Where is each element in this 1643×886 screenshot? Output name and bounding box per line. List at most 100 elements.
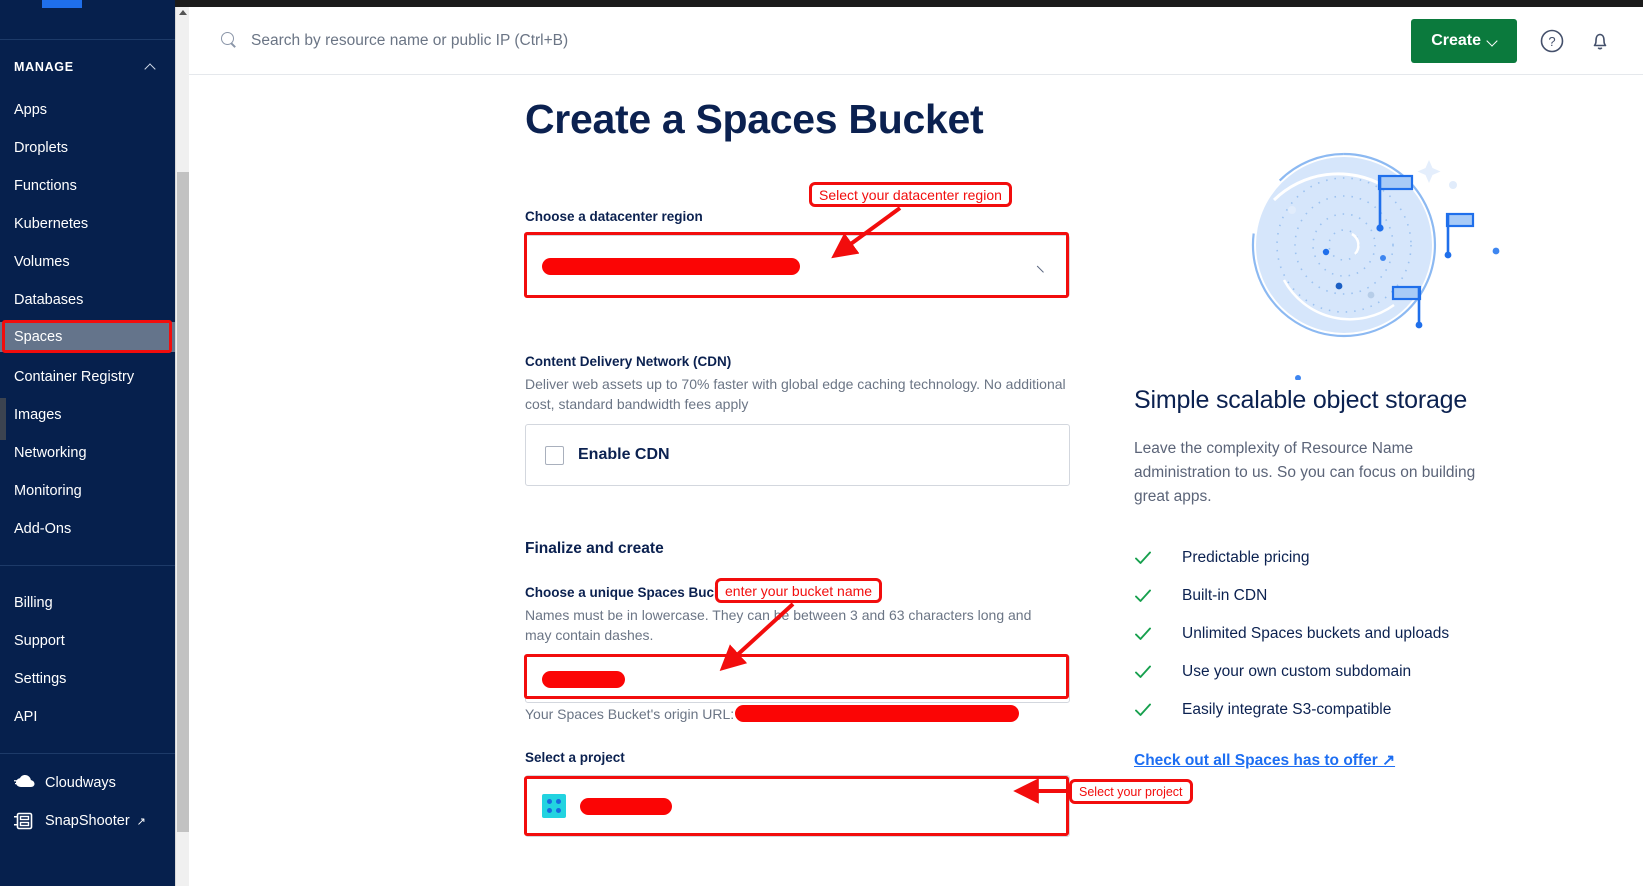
sidebar-item-label: API (14, 709, 38, 725)
sidebar-item-functions[interactable]: Functions (0, 171, 175, 201)
sidebar-item-networking[interactable]: Networking (0, 438, 175, 468)
origin-url-value-redacted (735, 705, 1020, 722)
sidebar-item-label: Apps (14, 102, 48, 118)
promo-feature-list: Predictable pricing Built-in CDN Unlimit… (1134, 539, 1554, 729)
promo-title: Simple scalable object storage (1134, 386, 1468, 414)
feature-label: Unlimited Spaces buckets and uploads (1182, 625, 1450, 642)
datacenter-region-select[interactable] (525, 235, 1070, 297)
feature-label: Predictable pricing (1182, 549, 1310, 566)
list-item: Built-in CDN (1134, 577, 1554, 615)
header-actions: Create ? (1411, 7, 1613, 75)
external-link-icon: ↗ (136, 815, 146, 828)
region-value-redacted (542, 257, 800, 275)
origin-url-line: Your Spaces Bucket's origin URL: (525, 705, 1020, 722)
check-icon (1134, 587, 1152, 605)
global-search[interactable]: Search by resource name or public IP (Ct… (221, 32, 568, 50)
sidebar-item-label: Spaces (14, 329, 63, 345)
sidebar-item-label: Volumes (14, 254, 70, 270)
sidebar-divider-account (0, 565, 175, 566)
origin-url-prefix: Your Spaces Bucket's origin URL: (525, 705, 735, 722)
promo-body-text: Leave the complexity of Resource Name ad… (1134, 440, 1476, 505)
sidebar-item-spaces[interactable]: Spaces (0, 322, 175, 352)
sidebar-item-droplets[interactable]: Droplets (0, 133, 175, 163)
sidebar-item-label: Billing (14, 595, 53, 611)
feature-label: Easily integrate S3-compatible (1182, 701, 1392, 718)
sidebar-item-apps[interactable]: Apps (0, 95, 175, 125)
chevron-down-icon (1039, 261, 1051, 273)
sidebar-section-manage[interactable]: MANAGE (14, 60, 164, 74)
check-icon (1134, 625, 1152, 643)
left-edge-tab (0, 398, 6, 440)
scrollbar-thumb[interactable] (177, 172, 189, 832)
sidebar-item-container-registry[interactable]: Container Registry (0, 362, 175, 392)
sidebar-item-databases[interactable]: Databases (0, 285, 175, 315)
cdn-label: Content Delivery Network (CDN) (525, 354, 732, 369)
sidebar-item-label: Images (14, 407, 62, 423)
sidebar-item-label: Droplets (14, 140, 68, 156)
top-header: Search by resource name or public IP (Ct… (189, 7, 1643, 75)
check-icon (1134, 549, 1152, 567)
sidebar-item-add-ons[interactable]: Add-Ons (0, 514, 175, 544)
page-title: Create a Spaces Bucket (525, 96, 984, 142)
list-item: Use your own custom subdomain (1134, 653, 1554, 691)
annotation-text: enter your bucket name (725, 582, 873, 599)
project-select[interactable] (525, 775, 1070, 837)
list-item: Predictable pricing (1134, 539, 1554, 577)
app-screen: MANAGE Apps Droplets Functions Kubernete… (0, 0, 1643, 886)
finalize-section-label: Finalize and create (525, 540, 664, 557)
spaces-offer-link[interactable]: Check out all Spaces has to offer ↗ (1134, 751, 1395, 770)
sidebar-item-label: Functions (14, 178, 77, 194)
project-label: Select a project (525, 750, 625, 765)
sidebar-item-label: Networking (14, 445, 87, 461)
snapshooter-icon (14, 812, 36, 830)
sidebar-item-label: Monitoring (14, 483, 82, 499)
sidebar-item-label: Settings (14, 671, 67, 687)
sidebar-divider-top (0, 39, 175, 40)
svg-text:?: ? (1548, 34, 1555, 49)
browser-top-strip (0, 0, 1643, 7)
sidebar-logo-chip (42, 0, 82, 8)
create-button-label: Create (1431, 32, 1481, 49)
search-input-placeholder[interactable]: Search by resource name or public IP (Ct… (251, 32, 568, 50)
sidebar-item-label: Cloudways (45, 775, 116, 791)
sidebar-item-monitoring[interactable]: Monitoring (0, 476, 175, 506)
scrollbar-up-arrow-icon[interactable] (179, 10, 187, 15)
enable-cdn-row[interactable]: Enable CDN (525, 424, 1070, 486)
sidebar-item-images[interactable]: Images (0, 400, 175, 430)
list-item: Unlimited Spaces buckets and uploads (1134, 615, 1554, 653)
sidebar-item-cloudways[interactable]: Cloudways (0, 768, 175, 798)
sidebar-item-label: Databases (14, 292, 84, 308)
sidebar-item-api[interactable]: API (0, 702, 175, 732)
cdn-description: Deliver web assets up to 70% faster with… (525, 376, 1066, 412)
sidebar-item-label: Support (14, 633, 65, 649)
annotation-text: Select your datacenter region (819, 186, 1002, 203)
enable-cdn-label: Enable CDN (578, 446, 670, 463)
sidebar-section-label: MANAGE (14, 60, 74, 74)
promo-panel: Simple scalable object storage Leave the… (1134, 130, 1554, 770)
project-value-redacted (580, 797, 672, 815)
feature-label: Built-in CDN (1182, 587, 1268, 604)
chevron-up-icon (146, 62, 156, 72)
sidebar-item-snapshooter[interactable]: SnapShooter ↗ (0, 806, 175, 836)
bucket-name-description: Names must be in lowercase. They can be … (525, 607, 1032, 643)
check-icon (1134, 663, 1152, 681)
cloud-icon (14, 774, 36, 792)
enable-cdn-checkbox[interactable] (545, 445, 564, 465)
page-scrollbar[interactable] (175, 7, 189, 886)
sidebar: MANAGE Apps Droplets Functions Kubernete… (0, 0, 175, 886)
sidebar-item-settings[interactable]: Settings (0, 664, 175, 694)
sidebar-item-billing[interactable]: Billing (0, 588, 175, 618)
search-icon (221, 32, 238, 49)
help-icon[interactable]: ? (1539, 28, 1565, 54)
notification-bell-icon[interactable] (1587, 28, 1613, 54)
create-button[interactable]: Create (1411, 19, 1517, 63)
check-icon (1134, 701, 1152, 719)
list-item: Easily integrate S3-compatible (1134, 691, 1554, 729)
sidebar-divider-products (0, 753, 175, 754)
sidebar-item-volumes[interactable]: Volumes (0, 247, 175, 277)
sidebar-item-kubernetes[interactable]: Kubernetes (0, 209, 175, 239)
sidebar-item-support[interactable]: Support (0, 626, 175, 656)
feature-label: Use your own custom subdomain (1182, 663, 1412, 680)
annotation-text: Select your project (1079, 784, 1183, 799)
bucket-name-input[interactable] (525, 655, 1070, 703)
